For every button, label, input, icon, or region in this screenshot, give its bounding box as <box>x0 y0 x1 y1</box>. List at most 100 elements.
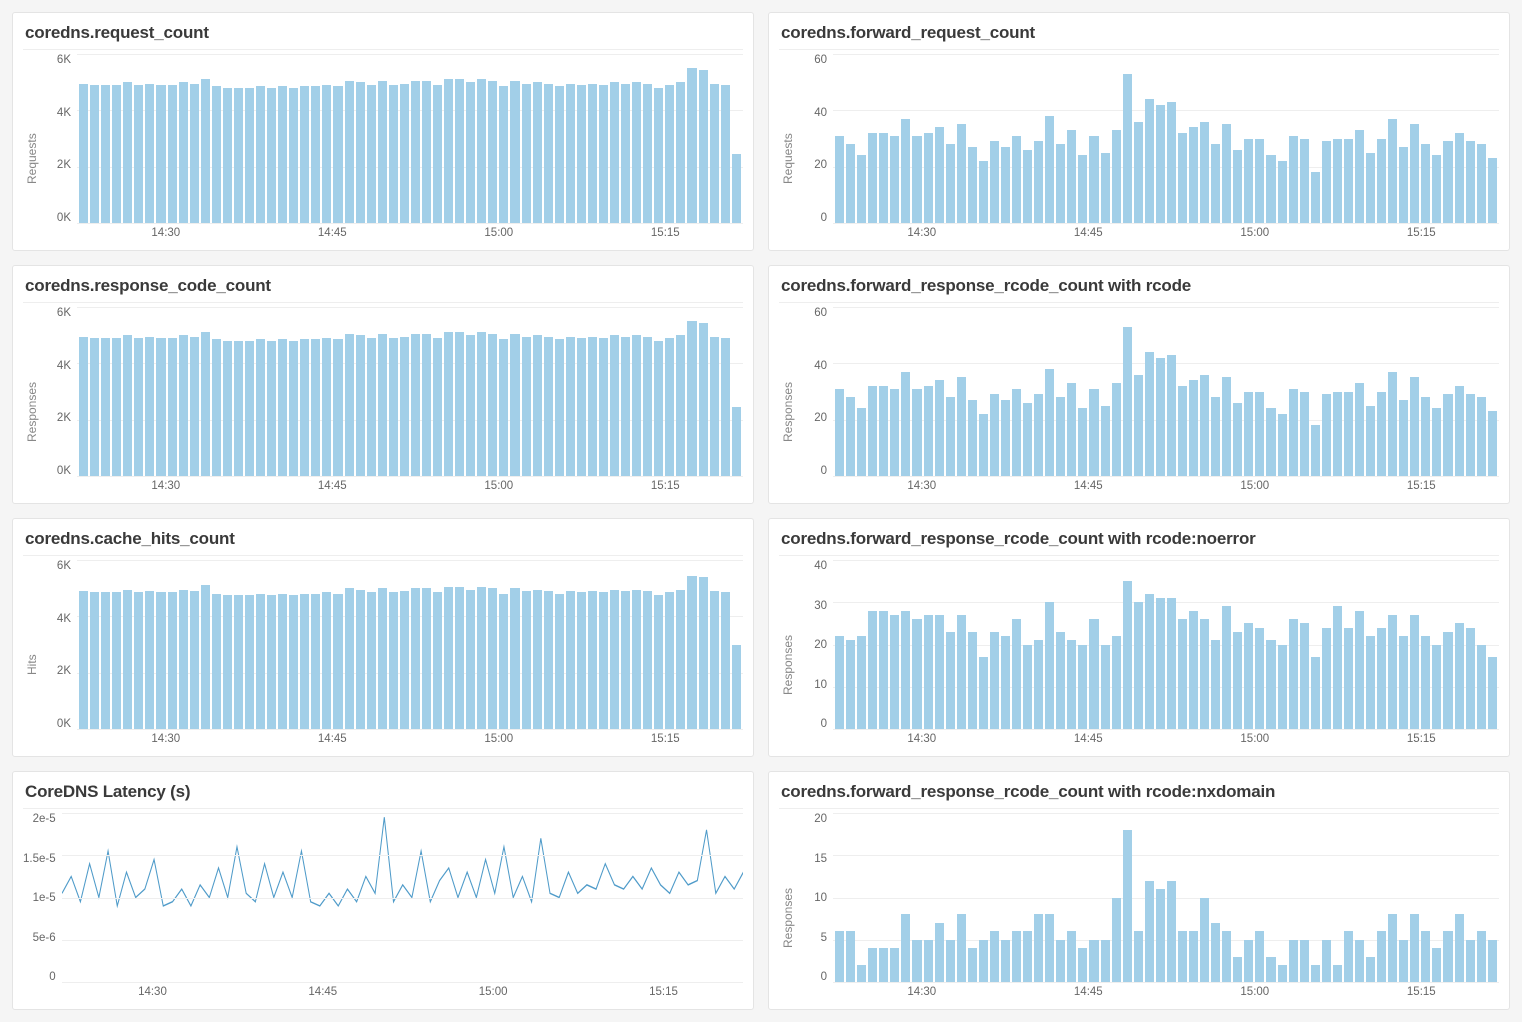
bar[interactable] <box>112 592 121 729</box>
bar[interactable] <box>1355 130 1364 223</box>
bar[interactable] <box>179 590 188 729</box>
bar[interactable] <box>979 161 988 223</box>
bar[interactable] <box>411 588 420 729</box>
bar[interactable] <box>134 85 143 223</box>
bar[interactable] <box>267 341 276 476</box>
bar[interactable] <box>1388 615 1397 729</box>
bar[interactable] <box>1156 889 1165 982</box>
bar[interactable] <box>1377 392 1386 477</box>
bar[interactable] <box>112 338 121 476</box>
bar[interactable] <box>1222 606 1231 729</box>
bar[interactable] <box>201 332 210 476</box>
bar[interactable] <box>1421 931 1430 982</box>
bar[interactable] <box>1089 136 1098 223</box>
bar[interactable] <box>234 595 243 729</box>
bar[interactable] <box>632 590 641 729</box>
bar[interactable] <box>1101 153 1110 223</box>
bar[interactable] <box>267 88 276 223</box>
bar[interactable] <box>1388 914 1397 982</box>
panel-latency[interactable]: CoreDNS Latency (s)2e-51.5e-51e-55e-6014… <box>12 771 754 1010</box>
bar[interactable] <box>356 335 365 476</box>
bar[interactable] <box>968 147 977 223</box>
bar[interactable] <box>1067 931 1076 982</box>
panel-forward_response_nxdomain[interactable]: coredns.forward_response_rcode_count wit… <box>768 771 1510 1010</box>
bar[interactable] <box>588 337 597 476</box>
bar[interactable] <box>1211 640 1220 729</box>
bar[interactable] <box>1443 141 1452 223</box>
bar[interactable] <box>212 594 221 729</box>
bar[interactable] <box>1477 645 1486 730</box>
bar[interactable] <box>1333 139 1342 224</box>
bar[interactable] <box>946 144 955 223</box>
bar[interactable] <box>90 85 99 223</box>
bar[interactable] <box>890 389 899 476</box>
bar[interactable] <box>599 592 608 729</box>
bar[interactable] <box>145 591 154 729</box>
bar[interactable] <box>1200 375 1209 476</box>
bar[interactable] <box>924 615 933 729</box>
bar[interactable] <box>256 339 265 476</box>
bar[interactable] <box>1466 394 1475 476</box>
bar[interactable] <box>1388 119 1397 223</box>
bar[interactable] <box>1410 615 1419 729</box>
bar[interactable] <box>522 337 531 476</box>
bar[interactable] <box>123 335 132 476</box>
bar[interactable] <box>544 84 553 223</box>
bar[interactable] <box>555 594 564 729</box>
bar[interactable] <box>1255 931 1264 982</box>
bar[interactable] <box>676 335 685 476</box>
bar[interactable] <box>510 588 519 729</box>
bar[interactable] <box>555 86 564 223</box>
bar[interactable] <box>1001 147 1010 223</box>
bar[interactable] <box>1067 130 1076 223</box>
bar[interactable] <box>1421 636 1430 729</box>
bar[interactable] <box>968 400 977 476</box>
bar[interactable] <box>1443 394 1452 476</box>
bar[interactable] <box>256 86 265 223</box>
bar[interactable] <box>957 124 966 223</box>
bar[interactable] <box>333 86 342 223</box>
bar[interactable] <box>1156 598 1165 729</box>
bar-plot[interactable] <box>833 560 1499 730</box>
bar[interactable] <box>1244 392 1253 477</box>
bar[interactable] <box>234 88 243 223</box>
bar[interactable] <box>1012 931 1021 982</box>
bar[interactable] <box>101 85 110 223</box>
bar[interactable] <box>1112 898 1121 983</box>
bar[interactable] <box>577 592 586 729</box>
bar[interactable] <box>1123 74 1132 223</box>
bar[interactable] <box>79 84 88 223</box>
bar[interactable] <box>721 338 730 476</box>
bar[interactable] <box>1244 623 1253 729</box>
bar[interactable] <box>378 588 387 729</box>
bar[interactable] <box>699 70 708 224</box>
bar[interactable] <box>1410 914 1419 982</box>
bar[interactable] <box>522 591 531 729</box>
bar[interactable] <box>1078 155 1087 223</box>
bar[interactable] <box>665 338 674 476</box>
bar[interactable] <box>1200 122 1209 223</box>
bar[interactable] <box>1222 124 1231 223</box>
bar[interactable] <box>1477 931 1486 982</box>
bar[interactable] <box>245 88 254 223</box>
bar[interactable] <box>311 339 320 476</box>
bar[interactable] <box>1089 389 1098 476</box>
bar[interactable] <box>643 84 652 223</box>
bar[interactable] <box>510 81 519 223</box>
bar[interactable] <box>1078 645 1087 730</box>
bar[interactable] <box>1255 392 1264 477</box>
bar[interactable] <box>990 394 999 476</box>
bar[interactable] <box>1045 116 1054 223</box>
bar[interactable] <box>1233 403 1242 476</box>
bar[interactable] <box>1112 636 1121 729</box>
bar[interactable] <box>1388 372 1397 476</box>
bar[interactable] <box>1045 602 1054 729</box>
bar[interactable] <box>1255 628 1264 729</box>
bar[interactable] <box>1421 397 1430 476</box>
bar[interactable] <box>968 632 977 729</box>
bar[interactable] <box>1311 657 1320 729</box>
bar[interactable] <box>1266 155 1275 223</box>
bar[interactable] <box>912 619 921 729</box>
bar[interactable] <box>879 133 888 223</box>
bar[interactable] <box>1023 931 1032 982</box>
